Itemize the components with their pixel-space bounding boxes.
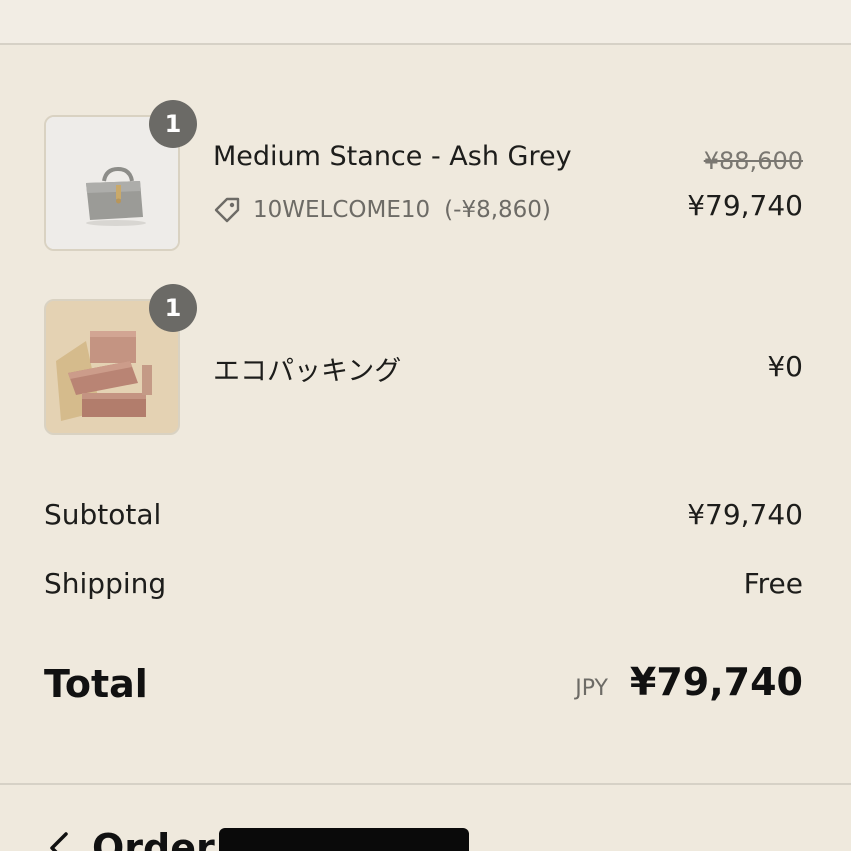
redaction-bar xyxy=(218,828,469,851)
discount-row: 10WELCOME10 (-¥8,860) xyxy=(213,196,551,224)
subtotal-value: ¥79,740 xyxy=(687,498,803,531)
order-label: Order xyxy=(92,826,215,851)
currency-code: JPY xyxy=(575,676,608,701)
subtotal-label: Subtotal xyxy=(44,498,162,531)
shipping-label: Shipping xyxy=(44,567,167,600)
product-name: エコパッキング xyxy=(213,356,402,387)
original-price: ¥88,600 xyxy=(703,147,803,175)
total-amount: JPY ¥79,740 xyxy=(575,660,803,704)
chevron-left-icon xyxy=(44,828,72,851)
discount-amount: (-¥8,860) xyxy=(444,197,551,223)
order-summary-page: 1 Medium Stance - Ash Grey 10WELCOME10 (… xyxy=(0,0,851,851)
top-divider xyxy=(0,43,851,45)
discount-code: 10WELCOME10 xyxy=(253,197,431,223)
tag-icon xyxy=(213,196,241,224)
total-label: Total xyxy=(44,662,148,706)
line-price: ¥79,740 xyxy=(687,189,803,222)
quantity-badge: 1 xyxy=(149,100,197,148)
order-link[interactable]: Order xyxy=(44,826,469,851)
quantity-badge: 1 xyxy=(149,284,197,332)
line-price: ¥0 xyxy=(767,350,803,383)
product-name: Medium Stance - Ash Grey xyxy=(213,141,572,172)
top-band xyxy=(0,0,851,44)
shipping-value: Free xyxy=(743,567,803,600)
total-value: ¥79,740 xyxy=(629,660,803,704)
bottom-divider xyxy=(0,783,851,785)
